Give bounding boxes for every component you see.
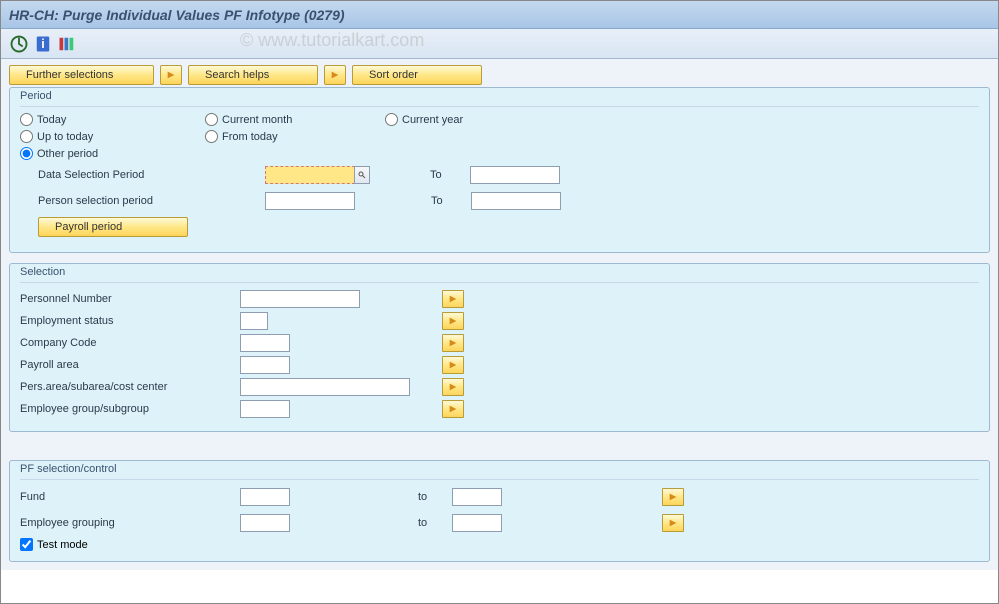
radio-up-to-today-input[interactable] xyxy=(20,130,33,143)
person-selection-period-to-label: To xyxy=(371,195,471,207)
payroll-area-input[interactable] xyxy=(240,356,290,374)
data-selection-period-label: Data Selection Period xyxy=(20,169,240,181)
radio-other-period-label: Other period xyxy=(37,148,98,160)
fund-label: Fund xyxy=(20,491,240,503)
personnel-number-label: Personnel Number xyxy=(20,293,240,305)
radio-today-label: Today xyxy=(37,114,66,126)
fund-to-input[interactable] xyxy=(452,488,502,506)
sort-order-icon-button[interactable] xyxy=(324,65,346,85)
employee-grouping-multiselect-button[interactable] xyxy=(662,514,684,532)
fund-from-input[interactable] xyxy=(240,488,290,506)
radio-current-year-input[interactable] xyxy=(385,113,398,126)
employee-group-input[interactable] xyxy=(240,400,290,418)
employee-grouping-from-input[interactable] xyxy=(240,514,290,532)
pers-area-multiselect-button[interactable] xyxy=(442,378,464,396)
page-title: HR-CH: Purge Individual Values PF Infoty… xyxy=(9,7,345,23)
svg-text:i: i xyxy=(41,36,44,50)
data-selection-period-f4-button[interactable] xyxy=(354,166,370,184)
payroll-period-button[interactable]: Payroll period xyxy=(38,217,188,237)
test-mode-checkbox[interactable] xyxy=(20,538,33,551)
radio-current-month-input[interactable] xyxy=(205,113,218,126)
radio-from-today-input[interactable] xyxy=(205,130,218,143)
person-selection-period-from-input[interactable] xyxy=(265,192,355,210)
test-mode-label: Test mode xyxy=(37,539,88,551)
personnel-number-multiselect-button[interactable] xyxy=(442,290,464,308)
further-selections-button[interactable]: Further selections xyxy=(9,65,154,85)
radio-today[interactable]: Today xyxy=(20,113,205,126)
pf-group-title: PF selection/control xyxy=(18,463,119,475)
company-code-multiselect-button[interactable] xyxy=(442,334,464,352)
radio-current-month[interactable]: Current month xyxy=(205,113,385,126)
employment-status-multiselect-button[interactable] xyxy=(442,312,464,330)
employee-grouping-label: Employee grouping xyxy=(20,517,240,529)
selection-group-title: Selection xyxy=(18,266,67,278)
pers-area-label: Pers.area/subarea/cost center xyxy=(20,381,240,393)
company-code-input[interactable] xyxy=(240,334,290,352)
radio-today-input[interactable] xyxy=(20,113,33,126)
personnel-number-input[interactable] xyxy=(240,290,360,308)
fund-multiselect-button[interactable] xyxy=(662,488,684,506)
employee-group-label: Employee group/subgroup xyxy=(20,403,240,415)
company-code-label: Company Code xyxy=(20,337,240,349)
person-selection-period-label: Person selection period xyxy=(20,195,240,207)
radio-other-period-input[interactable] xyxy=(20,147,33,160)
data-selection-period-from-input[interactable] xyxy=(265,166,355,184)
title-bar: HR-CH: Purge Individual Values PF Infoty… xyxy=(1,1,998,29)
person-selection-period-to-input[interactable] xyxy=(471,192,561,210)
radio-from-today-label: From today xyxy=(222,131,278,143)
radio-up-to-today[interactable]: Up to today xyxy=(20,130,205,143)
radio-current-year[interactable]: Current year xyxy=(385,113,525,126)
info-icon[interactable]: i xyxy=(33,34,53,54)
selection-groupbox: Selection Personnel Number Employment st… xyxy=(9,263,990,432)
data-selection-period-to-label: To xyxy=(370,169,470,181)
employee-group-multiselect-button[interactable] xyxy=(442,400,464,418)
test-mode-row[interactable]: Test mode xyxy=(20,538,979,551)
payroll-area-multiselect-button[interactable] xyxy=(442,356,464,374)
radio-up-to-today-label: Up to today xyxy=(37,131,93,143)
data-selection-period-to-input[interactable] xyxy=(470,166,560,184)
period-groupbox: Period Today Current month Current year xyxy=(9,87,990,253)
employee-grouping-to-input[interactable] xyxy=(452,514,502,532)
sort-order-button[interactable]: Sort order xyxy=(352,65,482,85)
employment-status-label: Employment status xyxy=(20,315,240,327)
main-area: Period Today Current month Current year xyxy=(1,87,998,570)
payroll-area-label: Payroll area xyxy=(20,359,240,371)
radio-current-year-label: Current year xyxy=(402,114,463,126)
execute-icon[interactable] xyxy=(9,34,29,54)
search-helps-button[interactable]: Search helps xyxy=(188,65,318,85)
pers-area-input[interactable] xyxy=(240,378,410,396)
search-helps-icon-button[interactable] xyxy=(160,65,182,85)
radio-current-month-label: Current month xyxy=(222,114,292,126)
app-toolbar: i © www.tutorialkart.com xyxy=(1,29,998,59)
employment-status-input[interactable] xyxy=(240,312,268,330)
selection-button-bar: Further selections Search helps Sort ord… xyxy=(1,59,998,87)
employee-grouping-to-label: to xyxy=(400,517,452,529)
records-icon[interactable] xyxy=(57,34,77,54)
watermark: © www.tutorialkart.com xyxy=(240,30,424,51)
radio-other-period[interactable]: Other period xyxy=(20,147,205,160)
period-group-title: Period xyxy=(18,90,54,102)
fund-to-label: to xyxy=(400,491,452,503)
pf-groupbox: PF selection/control Fund to Employee gr… xyxy=(9,460,990,562)
radio-from-today[interactable]: From today xyxy=(205,130,385,143)
